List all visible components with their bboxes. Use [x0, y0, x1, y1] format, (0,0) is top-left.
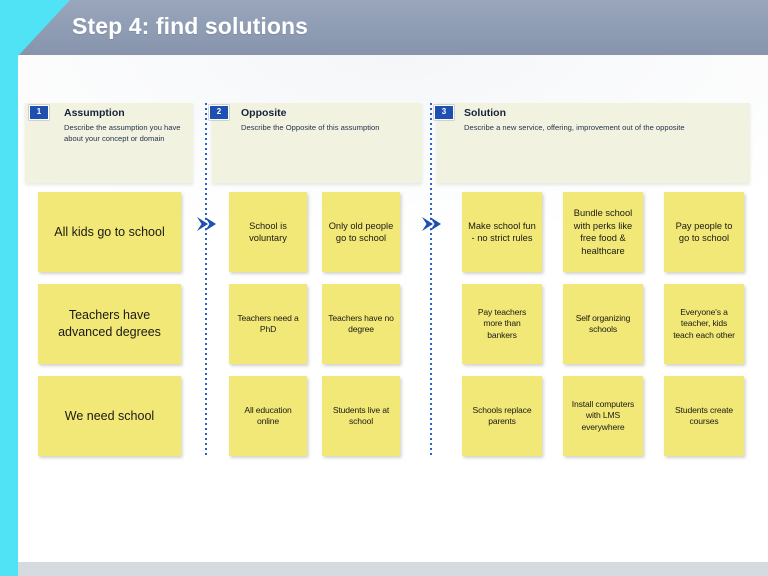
- column-description-solution: Describe a new service, offering, improv…: [464, 123, 685, 132]
- slide-bottom-strip: [0, 562, 768, 576]
- opposite-card-2-1[interactable]: Teachers need a PhD: [229, 284, 307, 364]
- opposite-card-3-1[interactable]: All education online: [229, 376, 307, 456]
- column-heading-solution: Solution: [464, 107, 506, 119]
- opposite-card-2-2[interactable]: Teachers have no degree: [322, 284, 400, 364]
- solution-card-2-1[interactable]: Pay teachers more than bankers: [462, 284, 542, 364]
- column-header-opposite: Opposite Describe the Opposite of this a…: [241, 107, 416, 134]
- assumption-card-3[interactable]: We need school: [38, 376, 181, 456]
- assumption-card-1[interactable]: All kids go to school: [38, 192, 181, 272]
- solution-card-3-1-text: Schools replace parents: [472, 404, 532, 427]
- assumption-card-3-text: We need school: [64, 408, 155, 423]
- opposite-card-1-2-text: Only old people go to school: [328, 220, 394, 244]
- solution-card-3-2[interactable]: Install computers with LMS everywhere: [563, 376, 643, 456]
- solution-card-2-1-text: Pay teachers more than bankers: [477, 306, 527, 340]
- solution-card-1-3[interactable]: Pay people to go to school: [664, 192, 744, 272]
- step-badge-3: 3: [434, 105, 454, 120]
- solution-card-1-2[interactable]: Bundle school with perks like free food …: [563, 192, 643, 272]
- slide-canvas: Step 4: find solutions 1 2 3 Assumption …: [0, 0, 768, 576]
- solution-card-3-2-text: Install computers with LMS everywhere: [571, 398, 635, 432]
- solution-card-2-2[interactable]: Self organizing schools: [563, 284, 643, 364]
- column-header-solution: Solution Describe a new service, offerin…: [464, 107, 694, 134]
- opposite-card-1-1[interactable]: School is voluntary: [229, 192, 307, 272]
- column-header-assumption: Assumption Describe the assumption you h…: [64, 107, 188, 144]
- dotted-divider-2: [430, 103, 432, 458]
- opposite-card-1-1-text: School is voluntary: [249, 220, 287, 244]
- solution-card-2-3[interactable]: Everyone's a teacher, kids teach each ot…: [664, 284, 744, 364]
- step-badge-2: 2: [209, 105, 229, 120]
- opposite-card-2-1-text: Teachers need a PhD: [237, 312, 299, 335]
- chevron-right-icon-2: [420, 214, 442, 234]
- chevron-right-icon-1: [195, 214, 217, 234]
- assumption-card-2-text: Teachers have advanced degrees: [58, 308, 161, 339]
- cyan-corner-wedge-icon: [18, 0, 70, 56]
- opposite-card-2-2-text: Teachers have no degree: [328, 312, 394, 335]
- cyan-left-band: [0, 0, 18, 576]
- column-description-opposite: Describe the Opposite of this assumption: [241, 123, 380, 132]
- solution-card-3-3[interactable]: Students create courses: [664, 376, 744, 456]
- column-heading-opposite: Opposite: [241, 107, 287, 119]
- solution-card-3-3-text: Students create courses: [675, 404, 733, 427]
- opposite-card-3-2[interactable]: Students live at school: [322, 376, 400, 456]
- opposite-card-1-2[interactable]: Only old people go to school: [322, 192, 400, 272]
- opposite-card-3-2-text: Students live at school: [332, 404, 390, 427]
- assumption-card-1-text: All kids go to school: [54, 224, 165, 239]
- solution-card-3-1[interactable]: Schools replace parents: [462, 376, 542, 456]
- solution-card-2-3-text: Everyone's a teacher, kids teach each ot…: [673, 306, 735, 340]
- step-badge-1: 1: [29, 105, 49, 120]
- page-title: Step 4: find solutions: [72, 13, 309, 39]
- solution-card-2-2-text: Self organizing schools: [575, 312, 631, 335]
- column-description-assumption: Describe the assumption you have about y…: [64, 123, 181, 143]
- solution-card-1-2-text: Bundle school with perks like free food …: [573, 208, 633, 256]
- assumption-card-2[interactable]: Teachers have advanced degrees: [38, 284, 181, 364]
- solution-card-1-3-text: Pay people to go to school: [675, 220, 733, 244]
- column-heading-assumption: Assumption: [64, 107, 125, 119]
- solution-card-1-1-text: Make school fun - no strict rules: [468, 220, 536, 244]
- dotted-divider-1: [205, 103, 207, 458]
- solution-card-1-1[interactable]: Make school fun - no strict rules: [462, 192, 542, 272]
- opposite-card-3-1-text: All education online: [244, 404, 292, 427]
